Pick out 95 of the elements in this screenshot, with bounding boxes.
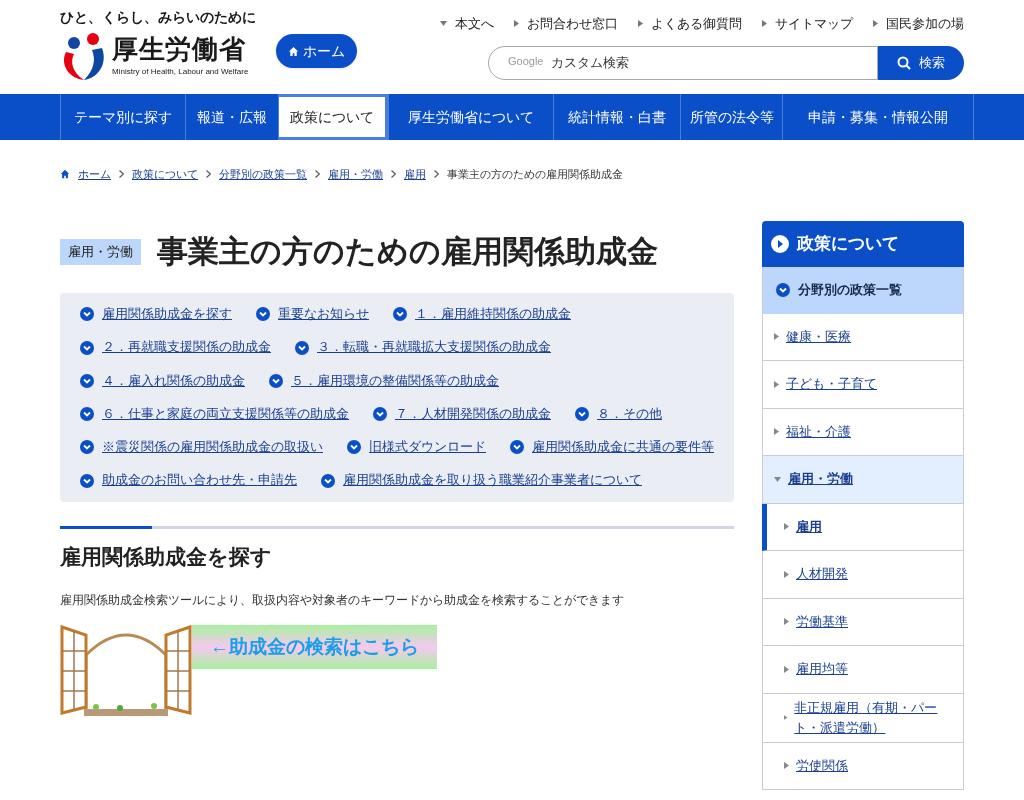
- caret-right-icon: [638, 20, 643, 28]
- page-title: 事業主の方のための雇用関係助成金: [157, 232, 658, 271]
- anchor-link[interactable]: 重要なお知らせ: [278, 305, 369, 324]
- breadcrumb-current: 事業主の方のための雇用関係助成金: [447, 167, 623, 182]
- section-text: 雇用関係助成金検索ツールにより、取扱内容や対象者のキーワードから助成金を検索することができます: [60, 591, 625, 609]
- caret-right-icon: [784, 570, 789, 578]
- chevron-right-icon: [434, 170, 439, 179]
- sidebar-item[interactable]: 子ども・子育て: [762, 361, 964, 409]
- chevron-down-circle-icon: [393, 307, 407, 322]
- anchor-link[interactable]: ４．雇入れ関係の助成金: [102, 371, 245, 391]
- nav-tab[interactable]: 統計情報・白書: [553, 94, 680, 140]
- play-circle-icon: [771, 234, 789, 253]
- caret-down-icon: [440, 21, 447, 27]
- breadcrumb-link[interactable]: 政策について: [132, 166, 198, 183]
- chevron-down-circle-icon: [510, 440, 524, 455]
- chevron-down-circle-icon: [80, 307, 94, 322]
- anchor-link[interactable]: 雇用関係助成金を取り扱う職業紹介事業者について: [343, 471, 642, 490]
- sidebar-item[interactable]: 人材開発: [762, 551, 964, 599]
- anchor-link[interactable]: ７．人材開発関係の助成金: [395, 404, 551, 424]
- caret-right-icon: [774, 428, 779, 436]
- caret-right-icon: [784, 523, 789, 531]
- sidebar-item[interactable]: 雇用・労働: [762, 456, 964, 504]
- anchor-link[interactable]: １．雇用維持関係の助成金: [415, 305, 571, 324]
- chevron-down-circle-icon: [80, 473, 94, 488]
- nav-tab[interactable]: 申請・募集・情報公開: [782, 94, 974, 140]
- caret-right-icon: [514, 20, 519, 28]
- chevron-down-circle-icon: [269, 373, 283, 388]
- search-button[interactable]: 検索: [878, 45, 964, 80]
- site-tagline: ひと、くらし、みらいのために: [60, 10, 256, 24]
- chevron-down-circle-icon: [347, 440, 361, 455]
- breadcrumb-link[interactable]: ホーム: [78, 166, 111, 183]
- sidebar-item[interactable]: 雇用均等: [762, 646, 964, 694]
- chevron-down-circle-icon: [373, 407, 387, 422]
- chevron-right-icon: [206, 170, 211, 179]
- chevron-down-circle-icon: [295, 340, 309, 355]
- sidebar-item[interactable]: 労使関係: [762, 742, 964, 790]
- sidebar-section[interactable]: 分野別の政策一覧: [762, 266, 964, 314]
- nav-tab[interactable]: テーマ別に探す: [60, 94, 185, 140]
- sidebar-item[interactable]: 健康・医療: [762, 313, 964, 361]
- sidebar-item[interactable]: 雇用: [762, 503, 964, 551]
- search-icon: [897, 55, 911, 70]
- home-icon: [60, 169, 70, 180]
- chevron-down-circle-icon: [80, 407, 94, 422]
- breadcrumb-link[interactable]: 雇用: [404, 166, 426, 183]
- caret-right-icon: [774, 333, 779, 341]
- chevron-down-circle-icon: [80, 440, 94, 455]
- utility-link[interactable]: 本文へ: [440, 14, 494, 34]
- anchor-link[interactable]: 雇用関係助成金に共通の要件等: [532, 438, 714, 457]
- chevron-down-circle-icon: [80, 373, 94, 388]
- nav-tab[interactable]: 厚生労働省について: [388, 94, 553, 140]
- chevron-right-icon: [315, 170, 320, 179]
- caret-right-icon: [784, 714, 788, 721]
- anchor-link[interactable]: ※震災関係の雇用関係助成金の取扱い: [102, 438, 323, 457]
- anchor-link[interactable]: ２．再就職支援関係の助成金: [102, 338, 271, 357]
- anchor-link[interactable]: 雇用関係助成金を探す: [102, 305, 232, 324]
- caret-right-icon: [784, 618, 789, 626]
- utility-link[interactable]: サイトマップ: [762, 14, 853, 34]
- anchor-link[interactable]: 旧様式ダウンロード: [369, 438, 486, 457]
- caret-down-icon: [774, 476, 781, 482]
- breadcrumb-link[interactable]: 雇用・労働: [328, 166, 383, 183]
- window-drawing[interactable]: [60, 624, 192, 719]
- chevron-right-icon: [119, 170, 124, 179]
- caret-right-icon: [873, 20, 878, 28]
- utility-link[interactable]: お問合わせ窓口: [514, 14, 618, 34]
- ministry-name: 厚生労働省: [112, 36, 247, 62]
- caret-right-icon: [774, 380, 779, 388]
- caret-right-icon: [784, 762, 789, 770]
- anchor-link[interactable]: ６．仕事と家庭の両立支援関係等の助成金: [102, 404, 349, 424]
- nav-tab[interactable]: 政策について: [278, 94, 388, 140]
- nav-tab[interactable]: 所管の法令等: [680, 94, 782, 140]
- breadcrumb-link[interactable]: 分野別の政策一覧: [219, 166, 307, 183]
- anchor-link[interactable]: ３．転職・再就職拡大支援関係の助成金: [317, 338, 551, 357]
- home-icon: [288, 45, 299, 57]
- utility-link[interactable]: よくある御質問: [638, 14, 742, 34]
- search-brand: Google: [508, 55, 544, 67]
- home-button[interactable]: ホーム: [276, 34, 357, 68]
- sidebar-item[interactable]: 労働基準: [762, 598, 964, 646]
- sidebar-title: 政策について: [762, 220, 964, 267]
- chevron-down-circle-icon: [80, 340, 94, 355]
- anchor-link[interactable]: ５．雇用環境の整備関係等の助成金: [291, 371, 499, 391]
- utility-link[interactable]: 国民参加の場: [873, 14, 964, 34]
- chevron-down-circle-icon: [256, 307, 270, 322]
- chevron-down-circle-icon: [321, 473, 335, 488]
- section-heading: 雇用関係助成金を探す: [60, 544, 273, 570]
- sidebar-item[interactable]: 福祉・介護: [762, 408, 964, 456]
- anchor-link[interactable]: 助成金のお問い合わせ先・申請先: [102, 471, 297, 490]
- chevron-down-circle-icon: [575, 407, 589, 422]
- chevron-right-icon: [391, 170, 396, 179]
- caret-right-icon: [762, 20, 767, 28]
- ministry-english-name: Ministry of Health, Labour and Welfare: [112, 68, 249, 76]
- caret-right-icon: [784, 665, 789, 673]
- sidebar-item[interactable]: 非正規雇用（有期・パート・派遣労働）: [762, 693, 964, 743]
- anchor-link[interactable]: ８．その他: [597, 404, 662, 424]
- chevron-down-circle-icon: [776, 283, 790, 297]
- category-tag: 雇用・労働: [60, 239, 141, 265]
